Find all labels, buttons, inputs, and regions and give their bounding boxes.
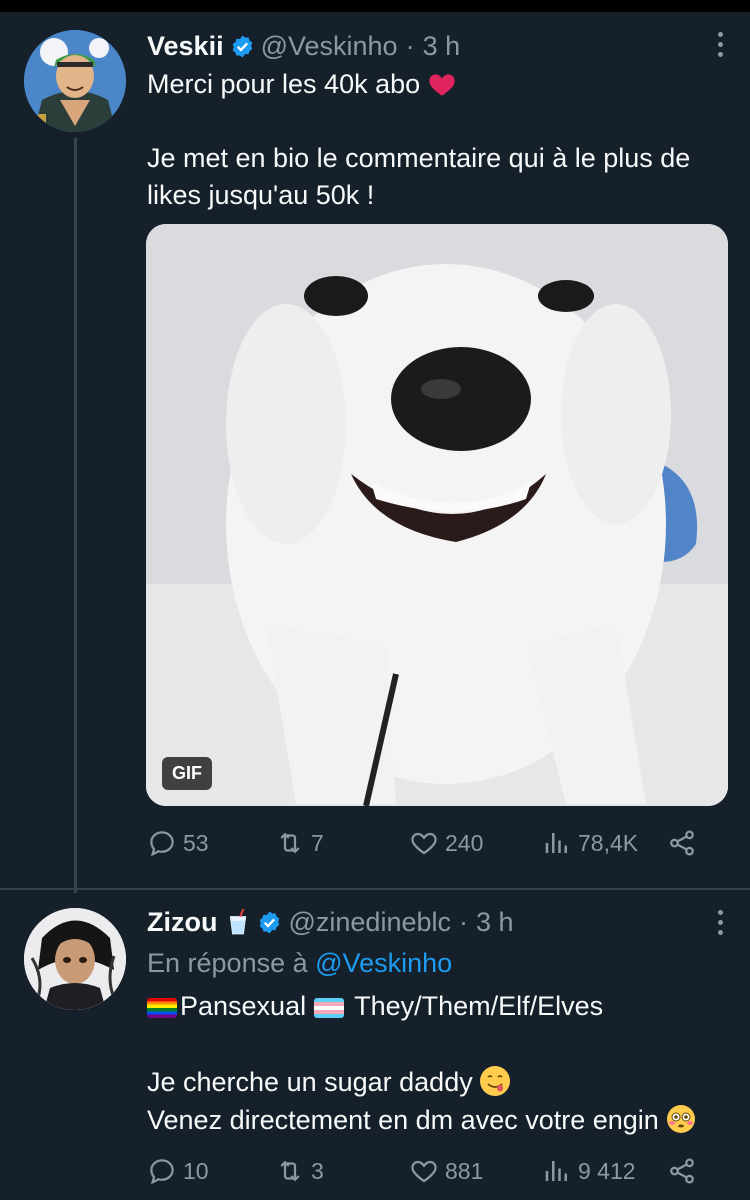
retweet-button[interactable]: 7 <box>275 828 324 858</box>
tweet-actions: 10 3 881 9 412 <box>147 1156 710 1196</box>
tweet-text-line: Merci pour les 40k abo <box>147 66 456 103</box>
views-button[interactable]: 9 412 <box>542 1156 636 1186</box>
verified-badge-icon <box>260 911 280 933</box>
tweet-media-gif[interactable]: GIF <box>146 224 728 806</box>
like-count: 881 <box>445 1157 484 1184</box>
reply-icon <box>150 1159 174 1185</box>
retweet-count: 3 <box>311 1157 324 1184</box>
smiling-dog-image <box>146 224 728 806</box>
transgender-flag-icon <box>314 998 345 1018</box>
separator: · <box>405 30 415 61</box>
rainbow-flag-icon <box>147 998 177 1018</box>
timestamp[interactable]: 3 h <box>423 31 461 62</box>
like-icon <box>411 832 437 855</box>
views-count: 78,4K <box>578 829 639 856</box>
reply-count: 53 <box>183 829 209 856</box>
like-button[interactable]: 240 <box>409 828 483 858</box>
like-icon <box>411 1160 437 1183</box>
share-icon <box>670 1158 694 1184</box>
tweet-actions: 53 7 240 78,4K <box>147 828 710 868</box>
flushed-face-icon <box>666 1104 696 1134</box>
tweet-reply[interactable]: Zizou @zinedineblc · 3 h En réponse à @V… <box>0 892 750 1200</box>
reply-prefix: En réponse à <box>147 948 308 978</box>
tweet-text-line: Venez directement en dm avec votre engin <box>147 1102 696 1139</box>
cup-with-straw-icon <box>230 908 247 935</box>
reply-button[interactable]: 10 <box>147 1156 209 1186</box>
retweet-icon <box>280 1160 300 1182</box>
display-name[interactable]: Zizou <box>147 907 217 938</box>
retweet-button[interactable]: 3 <box>275 1156 324 1186</box>
avatar[interactable] <box>24 908 126 1010</box>
views-count: 9 412 <box>578 1157 636 1184</box>
more-options-icon[interactable] <box>716 910 724 940</box>
like-count: 240 <box>445 829 484 856</box>
more-options-icon[interactable] <box>716 32 724 62</box>
separator: · <box>459 906 468 937</box>
retweet-icon <box>280 832 300 854</box>
mention-link[interactable]: @Veskinho <box>315 948 452 978</box>
reply-icon <box>150 831 174 857</box>
share-icon <box>670 830 694 856</box>
reply-count: 10 <box>183 1157 209 1184</box>
tweet-text-line: Je met en bio le commentaire qui à le pl… <box>147 143 691 173</box>
reply-context: En réponse à @Veskinho <box>147 948 452 979</box>
gif-badge: GIF <box>162 757 212 790</box>
face-savoring-food-icon <box>480 1066 511 1096</box>
tweet-header: Veskii @Veskinho · 3 h <box>147 26 460 66</box>
tweet-text-line: Je cherche un sugar daddy <box>147 1064 511 1101</box>
share-button[interactable] <box>667 828 703 858</box>
display-name[interactable]: Veskii <box>147 31 224 62</box>
reply-button[interactable]: 53 <box>147 828 209 858</box>
user-handle[interactable]: @zinedineblc <box>288 907 451 938</box>
views-button[interactable]: 78,4K <box>542 828 638 858</box>
status-bar <box>0 0 750 12</box>
views-icon <box>545 1161 567 1181</box>
tweet-text-line: likes jusqu'au 50k ! <box>147 180 375 210</box>
like-button[interactable]: 881 <box>409 1156 483 1186</box>
timestamp[interactable]: 3 h <box>476 907 514 938</box>
avatar[interactable] <box>24 30 126 132</box>
tweet-divider <box>0 888 750 890</box>
user-handle[interactable]: @Veskinho <box>261 31 398 62</box>
views-icon <box>545 833 567 853</box>
tweet[interactable]: Veskii @Veskinho · 3 h Merci pour les 40… <box>0 12 750 890</box>
red-heart-icon <box>429 74 455 96</box>
retweet-count: 7 <box>311 829 324 856</box>
verified-badge-icon <box>232 35 252 57</box>
bio-line: Pansexual They/Them/Elf/Elves <box>147 988 603 1025</box>
tweet-header: Zizou @zinedineblc · 3 h <box>147 902 514 942</box>
share-button[interactable] <box>667 1156 703 1186</box>
